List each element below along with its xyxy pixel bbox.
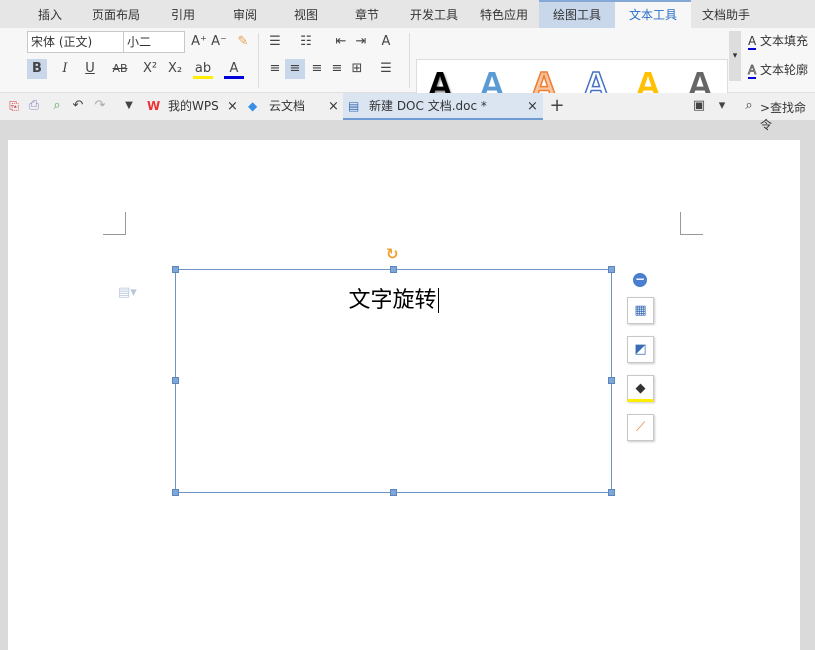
- layout-options-button[interactable]: ▦: [627, 297, 654, 324]
- line-color-button[interactable]: ⟋: [627, 414, 654, 441]
- collapse-icon[interactable]: −: [633, 273, 647, 287]
- text-box[interactable]: 文字旋转: [175, 269, 612, 493]
- bullet-list-icon[interactable]: ☰: [265, 32, 285, 52]
- doc-tab-label: 我的WPS: [168, 99, 219, 113]
- tab-view[interactable]: 视图: [281, 0, 331, 28]
- close-icon[interactable]: ×: [227, 93, 238, 120]
- tab-text-tools[interactable]: 文本工具: [615, 0, 691, 28]
- text-fill-button[interactable]: A 文本填充: [748, 32, 809, 50]
- doc-tab-cloud[interactable]: ◆ 云文档 ×: [243, 93, 343, 120]
- close-icon[interactable]: ×: [328, 93, 339, 120]
- document-tab-bar: ⎘ ⎙ ⌕ ↶ ↷ ▼ W 我的WPS × ◆ 云文档 × ▤ 新建 DOC 文档.doc…: [0, 93, 815, 132]
- tab-drawing-tools[interactable]: 绘图工具: [539, 0, 615, 28]
- resize-handle[interactable]: [172, 489, 179, 496]
- margin-corner-mark: [103, 212, 126, 235]
- increase-indent-icon[interactable]: ⇥: [351, 32, 371, 52]
- tab-features[interactable]: 特色应用: [472, 0, 536, 28]
- distribute-icon[interactable]: ⊞: [347, 59, 367, 79]
- new-doc-icon[interactable]: ⎘: [4, 96, 24, 116]
- doc-tab-label: 云文档: [269, 99, 306, 113]
- resize-handle[interactable]: [608, 377, 615, 384]
- doc-tab-my-wps[interactable]: W 我的WPS ×: [142, 93, 242, 120]
- print-icon[interactable]: ⎙: [24, 96, 44, 116]
- text-fill-label: 文本填充: [760, 34, 809, 48]
- bold-button[interactable]: B: [27, 59, 47, 79]
- search-icon[interactable]: ⌕: [739, 96, 759, 116]
- wps-logo-icon: W: [147, 99, 161, 113]
- numbered-list-icon[interactable]: ☷: [296, 32, 316, 52]
- align-center-icon[interactable]: ≡: [285, 59, 305, 79]
- tab-review[interactable]: 审阅: [220, 0, 270, 28]
- tab-developer[interactable]: 开发工具: [402, 0, 466, 28]
- justify-icon[interactable]: ≡: [327, 59, 347, 79]
- tab-chapter[interactable]: 章节: [342, 0, 392, 28]
- tab-references[interactable]: 引用: [158, 0, 208, 28]
- tab-page-layout[interactable]: 页面布局: [82, 0, 150, 28]
- quick-access-dropdown[interactable]: ▼: [119, 96, 139, 116]
- strikethrough-button[interactable]: AB: [110, 59, 130, 79]
- doc-tab-new-doc[interactable]: ▤ 新建 DOC 文档.doc * ×: [343, 93, 543, 120]
- textbox-content[interactable]: 文字旋转: [176, 282, 611, 314]
- font-name-select[interactable]: 宋体 (正文): [27, 31, 124, 53]
- align-right-icon[interactable]: ≡: [307, 59, 327, 79]
- redo-icon[interactable]: ↷: [90, 96, 110, 116]
- doc-tab-label: 新建 DOC 文档.doc *: [369, 99, 487, 113]
- text-fill-icon: A: [748, 34, 757, 50]
- subscript-button[interactable]: X₂: [165, 59, 185, 79]
- text-outline-button[interactable]: A 文本轮廓: [748, 61, 809, 79]
- margin-corner-mark: [680, 212, 703, 235]
- grow-font-icon[interactable]: A⁺: [189, 32, 209, 52]
- highlight-icon[interactable]: ab: [193, 59, 213, 79]
- font-color-icon[interactable]: A: [224, 59, 244, 79]
- textbox-text: 文字旋转: [348, 288, 437, 313]
- shape-outline-button[interactable]: ◩: [627, 336, 654, 363]
- superscript-button[interactable]: X²: [140, 59, 160, 79]
- menu-bar: 插入 页面布局 引用 审阅 视图 章节 开发工具 特色应用 绘图工具 文本工具 …: [0, 0, 815, 28]
- present-icon[interactable]: ▣: [689, 96, 709, 116]
- underline-button[interactable]: U: [80, 59, 100, 79]
- fill-color-button[interactable]: ◆: [627, 375, 654, 402]
- resize-handle[interactable]: [608, 266, 615, 273]
- line-spacing-icon[interactable]: ☰: [376, 59, 396, 79]
- align-left-icon[interactable]: ≡: [265, 59, 285, 79]
- gallery-more-button[interactable]: ▾: [729, 31, 741, 81]
- close-icon[interactable]: ×: [527, 93, 538, 120]
- resize-handle[interactable]: [390, 489, 397, 496]
- clear-format-icon[interactable]: ✎: [233, 32, 253, 52]
- shrink-font-icon[interactable]: A⁻: [209, 32, 229, 52]
- italic-button[interactable]: I: [55, 59, 75, 79]
- word-doc-icon: ▤: [348, 99, 360, 113]
- resize-handle[interactable]: [390, 266, 397, 273]
- text-effect-icon[interactable]: A: [376, 32, 396, 52]
- print-preview-icon[interactable]: ⌕: [47, 96, 67, 116]
- resize-handle[interactable]: [608, 489, 615, 496]
- font-size-select[interactable]: 小二: [123, 31, 185, 53]
- new-tab-button[interactable]: +: [547, 96, 567, 116]
- tab-doc-assistant[interactable]: 文档助手: [693, 0, 759, 28]
- ribbon: 宋体 (正文) 小二 A⁺ A⁻ ✎ B I U AB X² X₂ ab A ☰…: [0, 28, 815, 109]
- paragraph-layout-icon[interactable]: ▤▾: [118, 285, 137, 300]
- rotate-handle-icon[interactable]: ↻: [386, 245, 399, 263]
- tab-insert[interactable]: 插入: [25, 0, 75, 28]
- decrease-indent-icon[interactable]: ⇤: [331, 32, 351, 52]
- search-command[interactable]: >查找命令: [760, 99, 815, 133]
- tab-menu-icon[interactable]: ▾: [712, 96, 732, 116]
- undo-icon[interactable]: ↶: [68, 96, 88, 116]
- text-outline-icon: A: [748, 63, 757, 79]
- resize-handle[interactable]: [172, 266, 179, 273]
- resize-handle[interactable]: [172, 377, 179, 384]
- text-outline-label: 文本轮廓: [760, 63, 809, 77]
- cloud-doc-icon: ◆: [248, 99, 258, 113]
